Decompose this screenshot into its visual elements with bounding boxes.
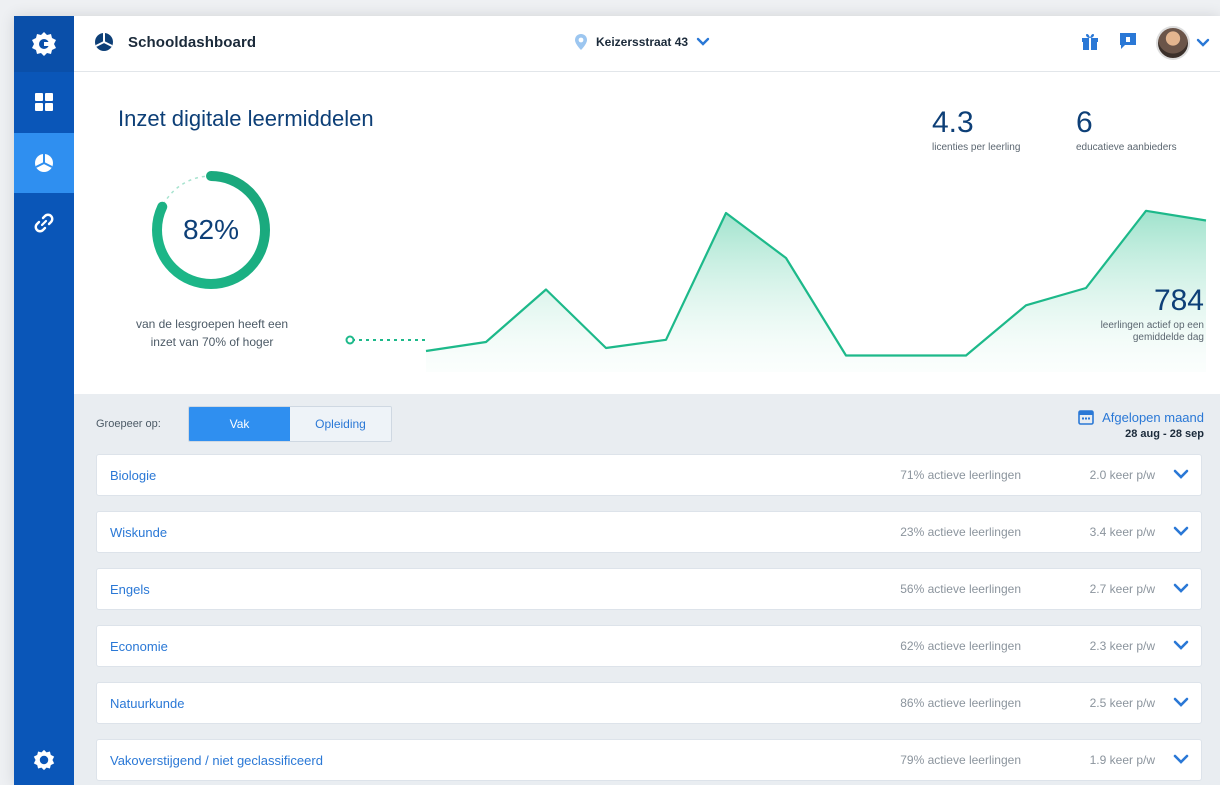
subject-active-students: 62% actieve leerlingen — [900, 639, 1021, 653]
stat-licenses-label: licenties per leerling — [932, 142, 1021, 153]
subject-frequency: 2.0 keer p/w — [1089, 468, 1155, 482]
subject-row-natuurkunde[interactable]: Natuurkunde 86% actieve leerlingen 2.5 k… — [96, 682, 1202, 724]
group-by-toggle: Vak Opleiding — [188, 406, 392, 442]
subject-row-biologie[interactable]: Biologie 71% actieve leerlingen 2.0 keer… — [96, 454, 1202, 496]
stat-active-students: 784 leerlingen actief op een gemiddelde … — [1101, 284, 1204, 344]
top-actions — [1080, 26, 1210, 60]
subject-active-students: 71% actieve leerlingen — [900, 468, 1021, 482]
period-label: Afgelopen maand — [1102, 409, 1204, 425]
subject-list: Biologie 71% actieve leerlingen 2.0 keer… — [96, 454, 1202, 785]
stat-providers-value: 6 — [1076, 106, 1093, 139]
subject-name: Engels — [110, 581, 150, 597]
group-by-vak-button[interactable]: Vak — [189, 407, 290, 441]
subject-name: Vakoverstijgend / niet geclassificeerd — [110, 752, 323, 768]
stat-providers-label: educatieve aanbieders — [1076, 142, 1177, 153]
pie-chart-icon — [35, 154, 53, 172]
stat-active-label-line: gemiddelde dag — [1132, 332, 1204, 343]
stat-active-label-line: leerlingen actief op een — [1100, 320, 1204, 331]
subject-active-students: 79% actieve leerlingen — [900, 753, 1021, 767]
location-label: Keizersstraat 43 — [596, 35, 689, 49]
app-frame: Schooldashboard Keizersstraat 43 Inzet d… — [14, 16, 1220, 785]
subject-frequency: 2.5 keer p/w — [1089, 696, 1155, 710]
subject-row-wiskunde[interactable]: Wiskunde 23% actieve leerlingen 3.4 keer… — [96, 511, 1202, 553]
app-title: Schooldashboard — [128, 33, 257, 51]
message-icon — [1120, 32, 1136, 49]
subject-active-students: 23% actieve leerlingen — [900, 525, 1021, 539]
stat-providers: 6 educatieve aanbieders — [1076, 106, 1177, 153]
subject-name: Biologie — [110, 467, 157, 483]
chevron-down-icon — [696, 37, 710, 46]
stat-active-label: leerlingen actief op een gemiddelde dag — [1101, 320, 1204, 344]
period-button[interactable]: Afgelopen maand — [1078, 409, 1204, 425]
grid-icon — [35, 93, 53, 111]
group-by-label: Groepeer op: — [96, 418, 161, 430]
sidebar-item-statistics[interactable] — [14, 133, 74, 193]
chevron-down-icon[interactable] — [1173, 581, 1189, 595]
subject-name: Economie — [110, 638, 168, 654]
usage-donut: 82% — [148, 167, 274, 293]
activity-area-chart — [345, 209, 1207, 372]
page-title: Inzet digitale leermiddelen — [118, 106, 374, 131]
donut-caption: van de lesgroepen heeft een inzet van 70… — [110, 315, 314, 351]
donut-caption-line: van de lesgroepen heeft een — [135, 317, 289, 331]
logo-gear-icon[interactable] — [14, 16, 74, 72]
donut-caption-line: inzet van 70% of hoger — [150, 335, 274, 349]
stat-licenses: 4.3 licenties per leerling — [932, 106, 1020, 153]
top-bar: Schooldashboard Keizersstraat 43 — [74, 16, 1220, 72]
subject-frequency: 1.9 keer p/w — [1089, 753, 1155, 767]
subject-row-vakoverstijgend[interactable]: Vakoverstijgend / niet geclassificeerd 7… — [96, 739, 1202, 781]
chevron-down-icon[interactable] — [1173, 524, 1189, 538]
stat-licenses-value: 4.3 — [932, 106, 974, 139]
subject-active-students: 56% actieve leerlingen — [900, 582, 1021, 596]
subject-frequency: 2.7 keer p/w — [1089, 582, 1155, 596]
chart-start-marker — [345, 335, 355, 345]
sidebar-item-overview[interactable] — [14, 72, 74, 132]
calendar-icon — [1078, 410, 1094, 425]
feedback-button[interactable] — [1118, 31, 1138, 56]
subject-name: Natuurkunde — [110, 695, 185, 711]
donut-value: 82% — [182, 214, 240, 245]
subject-active-students: 86% actieve leerlingen — [900, 696, 1021, 710]
gift-button[interactable] — [1080, 31, 1100, 56]
chevron-down-icon[interactable] — [1173, 752, 1189, 766]
subject-row-economie[interactable]: Economie 62% actieve leerlingen 2.3 keer… — [96, 625, 1202, 667]
avatar — [1156, 26, 1190, 60]
period-selector: Afgelopen maand 28 aug - 28 sep — [1078, 409, 1204, 440]
chevron-down-icon[interactable] — [1173, 695, 1189, 709]
subject-row-engels[interactable]: Engels 56% actieve leerlingen 2.7 keer p… — [96, 568, 1202, 610]
location-selector[interactable]: Keizersstraat 43 — [574, 33, 710, 51]
settings-button[interactable] — [14, 735, 74, 785]
chevron-down-icon — [1196, 38, 1210, 47]
stat-active-value: 784 — [1153, 284, 1204, 317]
app-logo-icon — [95, 33, 113, 51]
chevron-down-icon[interactable] — [1173, 467, 1189, 481]
chevron-down-icon[interactable] — [1173, 638, 1189, 652]
period-range: 28 aug - 28 sep — [1125, 428, 1204, 440]
sidebar — [14, 16, 74, 785]
gear-icon — [33, 749, 55, 771]
group-by-opleiding-button[interactable]: Opleiding — [290, 407, 391, 441]
summary-panel: Inzet digitale leermiddelen 82% van de l… — [74, 72, 1220, 394]
subject-frequency: 3.4 keer p/w — [1089, 525, 1155, 539]
link-icon — [34, 213, 54, 233]
filter-bar: Groepeer op: Vak Opleiding Afgelopen maa… — [74, 394, 1220, 454]
subject-frequency: 2.3 keer p/w — [1089, 639, 1155, 653]
sidebar-item-links[interactable] — [14, 193, 74, 253]
subject-name: Wiskunde — [110, 524, 168, 540]
user-menu[interactable] — [1156, 26, 1210, 60]
location-pin-icon — [575, 34, 587, 50]
gift-icon — [1082, 33, 1098, 50]
brand: Schooldashboard — [94, 32, 256, 52]
